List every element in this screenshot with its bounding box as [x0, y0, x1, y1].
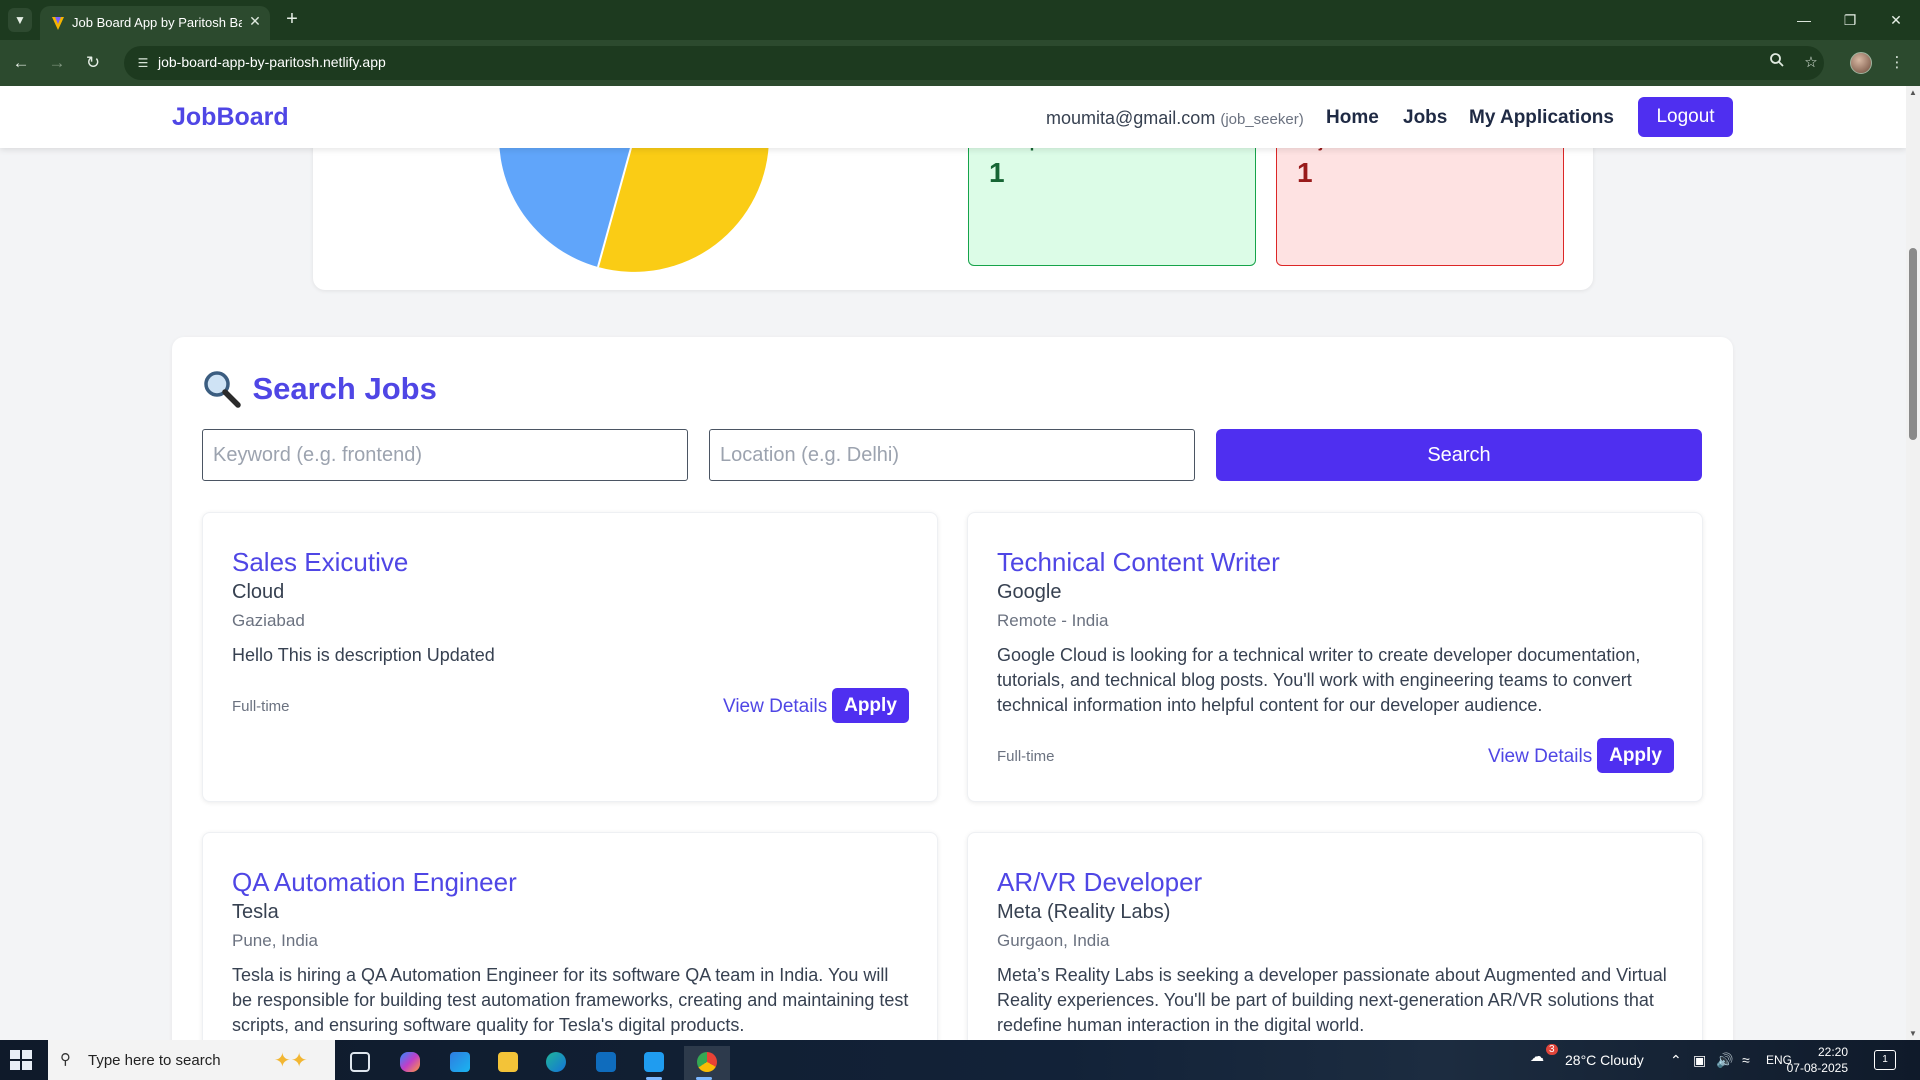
tab-list-button[interactable]: ▼ [8, 8, 32, 32]
job-description: Hello This is description Updated [232, 645, 495, 665]
windows-start-icon[interactable] [10, 1050, 32, 1070]
job-description: Meta’s Reality Labs is seeking a develop… [997, 965, 1667, 1035]
taskbar-search-icon: ⚲ [60, 1051, 71, 1068]
notification-center-icon[interactable]: 1 [1874, 1050, 1896, 1070]
user-email: moumita@gmail.com [1046, 108, 1216, 128]
rejected-count: 1 [1297, 157, 1313, 188]
minimize-icon[interactable]: — [1790, 8, 1818, 32]
address-bar[interactable]: ☰ job-board-app-by-paritosh.netlify.app [124, 46, 1824, 80]
forward-icon[interactable]: → [44, 50, 70, 76]
job-card: Technical Content Writer Google Remote -… [967, 512, 1703, 802]
job-company: Tesla [232, 901, 279, 923]
job-location: Gurgaon, India [997, 931, 1110, 950]
page-viewport: JobBoard moumita@gmail.com (job_seeker) … [0, 86, 1906, 1040]
store-icon[interactable] [440, 1046, 480, 1080]
clock-time: 22:20 [1817, 1045, 1848, 1059]
job-title[interactable]: Technical Content Writer [997, 547, 1280, 578]
scroll-down-arrow-icon[interactable]: ▼ [1909, 1029, 1917, 1038]
clock-date: 07-08-2025 [1786, 1061, 1848, 1075]
windows-taskbar: ⚲ Type here to search ✦✦ ☁ 3 28°C Cloudy… [0, 1040, 1920, 1080]
weather-badge: 3 [1546, 1044, 1558, 1055]
taskbar-search-box[interactable]: ⚲ Type here to search ✦✦ [48, 1040, 335, 1080]
job-card: AR/VR Developer Meta (Reality Labs) Gurg… [967, 832, 1703, 1040]
edge-icon[interactable] [536, 1046, 576, 1080]
search-button[interactable]: Search [1216, 429, 1702, 481]
site-info-icon[interactable]: ☰ [134, 54, 152, 72]
outlook-icon[interactable] [586, 1046, 626, 1080]
search-highlight-icon: ✦✦ [274, 1050, 308, 1072]
nav-my-applications[interactable]: My Applications [1469, 107, 1614, 129]
job-title[interactable]: Sales Exicutive [232, 547, 408, 578]
copilot-icon[interactable] [390, 1046, 430, 1080]
bookmark-star-icon[interactable]: ☆ [1800, 52, 1822, 74]
url-text[interactable]: job-board-app-by-paritosh.netlify.app [158, 54, 386, 70]
job-company: Meta (Reality Labs) [997, 901, 1171, 923]
app-header: JobBoard moumita@gmail.com (job_seeker) … [0, 86, 1906, 148]
magnifier-icon [204, 371, 241, 408]
weather-text[interactable]: 28°C Cloudy [1565, 1052, 1644, 1068]
view-details-link[interactable]: View Details [1488, 746, 1592, 768]
user-role: (job_seeker) [1220, 111, 1304, 128]
accepted-count: 1 [989, 157, 1005, 188]
search-jobs-section: Search Jobs Search Sales Exicutive Cloud… [172, 337, 1733, 1040]
job-card: QA Automation Engineer Tesla Pune, India… [202, 832, 938, 1040]
apply-button[interactable]: Apply [1597, 738, 1674, 773]
keyword-input[interactable] [202, 429, 688, 481]
job-description: Google Cloud is looking for a technical … [997, 645, 1641, 715]
browser-toolbar: ← → ↻ ☰ job-board-app-by-paritosh.netlif… [0, 40, 1920, 86]
scroll-up-arrow-icon[interactable]: ▲ [1909, 88, 1917, 97]
task-view-icon[interactable] [340, 1046, 380, 1080]
restore-icon[interactable]: ❐ [1836, 8, 1864, 32]
search-heading: Search Jobs [202, 369, 437, 409]
volume-icon[interactable]: 🔊 [1716, 1052, 1733, 1069]
tab-title: Job Board App by Paritosh Barm [72, 15, 242, 30]
search-title: Search Jobs [252, 371, 437, 406]
job-type: Full-time [232, 698, 290, 715]
browser-menu-icon[interactable]: ⋮ [1886, 52, 1908, 74]
job-title[interactable]: QA Automation Engineer [232, 867, 517, 898]
nav-jobs[interactable]: Jobs [1403, 107, 1447, 129]
notification-count: 1 [1882, 1054, 1888, 1065]
site-favicon-icon [52, 17, 64, 30]
job-description: Tesla is hiring a QA Automation Engineer… [232, 965, 909, 1035]
job-location: Remote - India [997, 611, 1109, 630]
close-window-icon[interactable]: ✕ [1882, 8, 1910, 32]
weather-icon[interactable]: ☁ [1530, 1048, 1544, 1065]
browser-tab[interactable]: Job Board App by Paritosh Barm ✕ [40, 6, 270, 40]
job-location: Pune, India [232, 931, 319, 950]
job-location: Gaziabad [232, 611, 305, 630]
location-input[interactable] [709, 429, 1195, 481]
job-company: Google [997, 581, 1062, 603]
page-scrollbar[interactable]: ▲ ▼ [1906, 86, 1920, 1040]
profile-avatar[interactable] [1850, 52, 1872, 74]
apply-button[interactable]: Apply [832, 688, 909, 723]
job-card: Sales Exicutive Cloud Gaziabad Hello Thi… [202, 512, 938, 802]
logout-button[interactable]: Logout [1638, 97, 1733, 137]
new-tab-icon[interactable]: + [280, 8, 304, 32]
zoom-icon[interactable] [1766, 52, 1788, 74]
brand-logo[interactable]: JobBoard [172, 103, 289, 132]
meet-icon[interactable]: ▣ [1693, 1052, 1706, 1069]
clock[interactable]: 22:20 07-08-2025 [1782, 1044, 1848, 1076]
close-tab-icon[interactable]: ✕ [246, 12, 264, 30]
browser-tab-bar: ▼ Job Board App by Paritosh Barm ✕ + — ❐… [0, 0, 1920, 40]
vscode-icon[interactable] [634, 1046, 674, 1080]
reload-icon[interactable]: ↻ [80, 50, 106, 76]
job-title[interactable]: AR/VR Developer [997, 867, 1202, 898]
scroll-thumb[interactable] [1909, 248, 1917, 440]
job-type: Full-time [997, 748, 1055, 765]
user-info: moumita@gmail.com (job_seeker) [1046, 108, 1304, 129]
chrome-icon[interactable] [684, 1046, 730, 1080]
back-icon[interactable]: ← [8, 50, 34, 76]
tray-chevron-icon[interactable]: ⌃ [1670, 1052, 1682, 1069]
view-details-link[interactable]: View Details [723, 696, 827, 718]
taskbar-search-placeholder: Type here to search [88, 1052, 221, 1069]
job-company: Cloud [232, 581, 285, 603]
wifi-icon[interactable]: ≈ [1742, 1052, 1750, 1068]
nav-home[interactable]: Home [1326, 107, 1379, 129]
file-explorer-icon[interactable] [488, 1046, 528, 1080]
